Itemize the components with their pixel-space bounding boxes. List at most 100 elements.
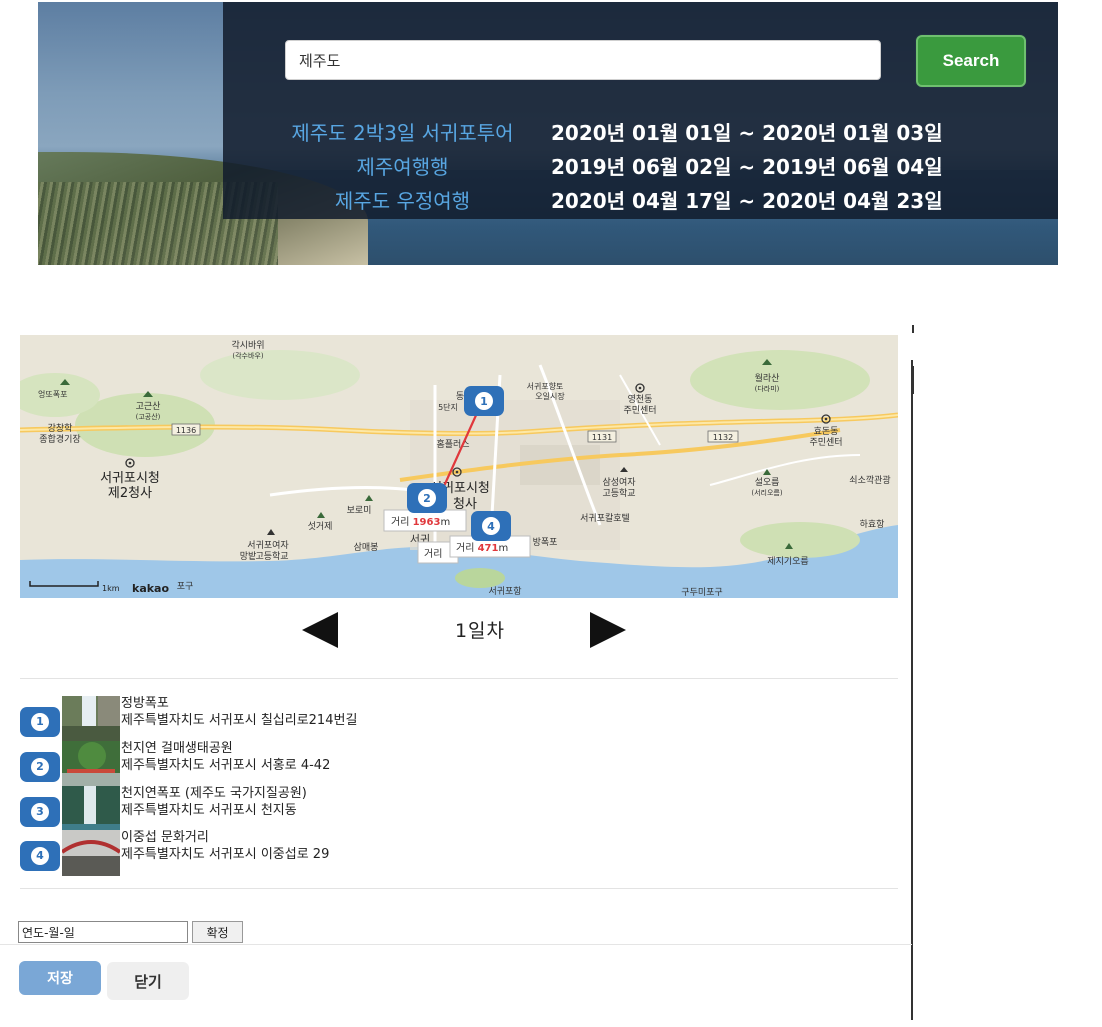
map-marker-4[interactable]: 4 — [471, 511, 511, 541]
search-button[interactable]: Search — [916, 35, 1026, 87]
place-item[interactable]: 2 천지연 걸매생태공원 제주특별자치도 서귀포시 서홍로 4-42 — [18, 741, 718, 789]
map-label-gangchang2: 종합경기장 — [39, 433, 80, 445]
search-input[interactable] — [285, 40, 881, 80]
map-label-gogeunsan-sub: (고공산) — [136, 412, 161, 421]
map-label-yeongcheon: 영천동 — [628, 394, 653, 405]
map-label-gudumi: 구두미포구 — [681, 587, 722, 598]
map-label-cityhall2b: 제2청사 — [108, 486, 152, 501]
map-label-wollasan: 월라산 — [755, 372, 780, 384]
svg-text:4: 4 — [487, 520, 495, 533]
place-item[interactable]: 1 정방폭포 제주특별자치도 서귀포시 칠십리로214번길 — [18, 696, 718, 744]
close-button[interactable]: 닫기 — [107, 962, 189, 1000]
map-label-seogwi-girls2: 고등학교 — [255, 551, 288, 562]
place-thumbnail — [62, 696, 120, 742]
trip-item[interactable]: 제주도 2박3일 서귀포투어 2020년 01월 01일 ~ 2020년 01월 … — [260, 116, 943, 150]
svg-text:1: 1 — [480, 395, 488, 408]
place-number-badge: 2 — [20, 752, 60, 782]
map-marker-1[interactable]: 1 — [464, 386, 504, 416]
map-label-gangchang: 강창학 — [48, 423, 73, 434]
map-label-jeongbang-fall: 방폭포 — [533, 537, 558, 548]
hero-banner: Search 제주도 2박3일 서귀포투어2020년 01월 01일 ~ 202… — [38, 2, 1058, 265]
map-label-yeongcheon2: 주민센터 — [623, 405, 656, 416]
trip-dates: 2019년 06월 02일 ~ 2019년 06월 04일 — [551, 155, 943, 179]
trip-item[interactable]: 제주도 우정여행 2020년 04월 17일 ~ 2020년 04월 23일 — [260, 184, 943, 218]
svg-text:2: 2 — [423, 492, 431, 505]
place-address: 제주특별자치도 서귀포시 서홍로 4-42 — [121, 758, 331, 773]
map-label-seoreum: 설오름 — [755, 477, 780, 488]
place-item[interactable]: 4 이중섭 문화거리 제주특별자치도 서귀포시 이중섭로 29 — [18, 830, 718, 878]
map-label-market2: 오일시장 — [535, 391, 565, 401]
map-label-yeongtto: 엉또폭포 — [38, 389, 67, 399]
place-name: 이중섭 문화거리 — [121, 830, 209, 845]
map-label-seogwi-port: 서귀포항 — [488, 586, 521, 597]
trip-name[interactable]: 제주도 2박3일 서귀포투어 — [260, 116, 545, 150]
map-label-sammaebong: 삼매봉 — [354, 542, 379, 553]
trip-item[interactable]: 제주여행행 2019년 06월 02일 ~ 2019년 06월 04일 — [260, 150, 943, 184]
trip-name[interactable]: 제주도 우정여행 — [260, 184, 545, 218]
place-number-badge: 1 — [20, 707, 60, 737]
svg-text:1km: 1km — [102, 584, 120, 593]
prev-day-arrow-icon[interactable] — [300, 610, 340, 650]
trip-dates: 2020년 01월 01일 ~ 2020년 01월 03일 — [551, 121, 943, 145]
svg-text:거리 471m: 거리 471m — [456, 542, 508, 554]
next-day-arrow-icon[interactable] — [588, 610, 628, 650]
place-thumbnail — [62, 741, 120, 787]
map-label-samseong: 삼성여자 — [602, 476, 636, 488]
map-label-soesokkak: 쇠소깍관광 — [849, 474, 890, 486]
trip-name[interactable]: 제주여행행 — [260, 150, 545, 184]
svg-text:거리: 거리 — [424, 548, 442, 560]
map-label-gaksi-sub: (각수바우) — [232, 351, 263, 360]
road-1132-shield: 1132 — [707, 430, 739, 443]
place-number-badge: 4 — [20, 841, 60, 871]
place-name: 정방폭포 — [121, 696, 169, 711]
place-thumbnail — [62, 830, 120, 876]
route-map[interactable]: 1136 1131 1132 각시바위 (각수바우) 엉또폭포 고근산 (고공산… — [20, 335, 898, 598]
distance-overlay-1: 거리 1963m — [383, 509, 467, 532]
map-label-market: 서귀포향토 — [527, 381, 564, 391]
svg-text:1132: 1132 — [713, 433, 733, 442]
divider — [20, 678, 898, 679]
place-address: 제주특별자치도 서귀포시 이중섭로 29 — [121, 847, 330, 862]
kakao-logo: kakao — [132, 582, 169, 595]
save-button[interactable]: 저장 — [19, 961, 101, 995]
modal-border — [912, 325, 914, 333]
place-address: 제주특별자치도 서귀포시 천지동 — [121, 803, 297, 818]
map-canvas[interactable]: 1136 1131 1132 각시바위 (각수바우) 엉또폭포 고근산 (고공산… — [20, 335, 898, 598]
map-label-jeji: 제지기오름 — [767, 556, 808, 567]
map-label-dong5b: 5단지 — [438, 402, 458, 412]
map-label-seoreum-sub: (서리오름) — [751, 488, 782, 497]
map-label-setgeoje: 섯거제 — [308, 521, 333, 532]
map-label-hotel: 서귀포칼호텔 — [580, 512, 630, 524]
map-label-wollasan-sub: (다라미) — [755, 384, 780, 393]
map-label-dong5: 동 — [456, 391, 464, 402]
map-label-hyodon2: 주민센터 — [809, 437, 842, 448]
date-input[interactable] — [18, 921, 188, 943]
map-label-cityhall2: 서귀포시청 — [100, 471, 160, 486]
place-item[interactable]: 3 천지연폭포 (제주도 국가지질공원) 제주특별자치도 서귀포시 천지동 — [18, 786, 718, 834]
map-label-port-cut: 포구 — [177, 581, 194, 592]
svg-text:1131: 1131 — [592, 433, 612, 442]
map-label-mangbat: 망밭 — [240, 551, 257, 562]
map-label-gogeunsan: 고근산 — [136, 401, 161, 412]
place-address: 제주특별자치도 서귀포시 칠십리로214번길 — [121, 713, 358, 728]
svg-text:1136: 1136 — [176, 426, 196, 435]
road-1131-shield: 1131 — [587, 430, 617, 443]
day-label: 1일차 — [454, 620, 506, 642]
map-label-seogwi-girls: 서귀포여자 — [247, 539, 289, 551]
svg-text:거리 1963m: 거리 1963m — [391, 516, 450, 528]
map-label-gaksi: 각시바위 — [231, 339, 264, 351]
map-label-hahyo: 하효항 — [860, 519, 885, 530]
map-label-boromi: 보로미 — [347, 505, 372, 516]
place-name: 천지연폭포 (제주도 국가지질공원) — [121, 786, 307, 801]
map-label-hyodon: 효돈동 — [814, 426, 839, 437]
place-name: 천지연 걸매생태공원 — [121, 741, 233, 756]
confirm-button[interactable]: 확정 — [192, 921, 243, 943]
place-thumbnail — [62, 786, 120, 832]
road-1136-shield: 1136 — [171, 423, 201, 436]
map-label-samseong2: 고등학교 — [602, 488, 635, 499]
place-number-badge: 3 — [20, 797, 60, 827]
trip-dates: 2020년 04월 17일 ~ 2020년 04월 23일 — [551, 189, 943, 213]
divider — [20, 888, 898, 889]
map-marker-2[interactable]: 2 — [407, 483, 447, 513]
modal-footer-divider — [0, 944, 912, 945]
